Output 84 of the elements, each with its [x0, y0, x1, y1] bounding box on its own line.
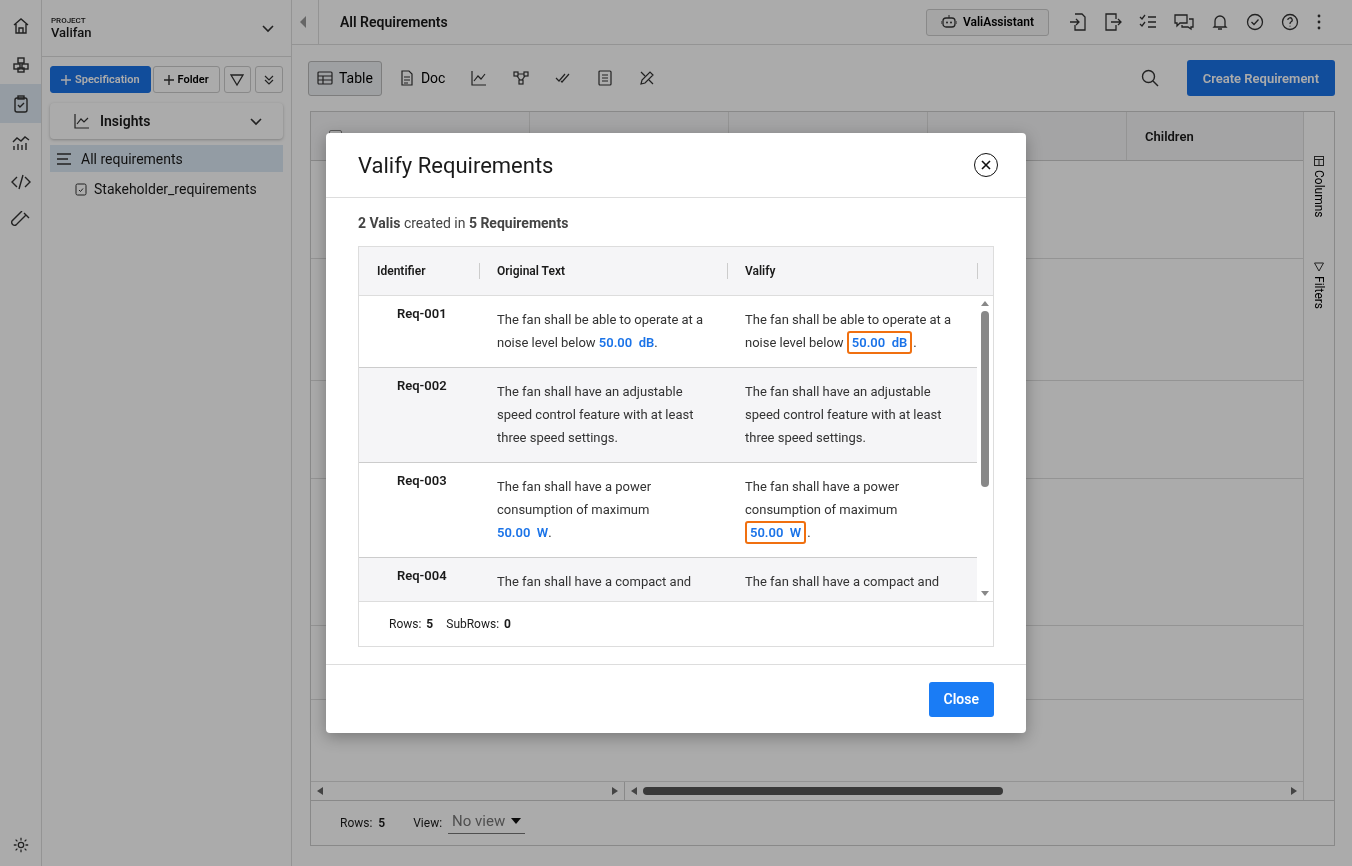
insights-panel[interactable]: Insights	[50, 103, 283, 139]
nodes-icon	[513, 70, 530, 86]
rows-count: 5	[378, 816, 386, 830]
scroll-left-icon[interactable]	[630, 787, 637, 795]
plus-icon	[61, 74, 71, 85]
more-icon[interactable]	[1316, 13, 1322, 31]
rail-item[interactable]	[0, 84, 41, 123]
scroll-right-icon[interactable]	[1291, 787, 1297, 795]
side-panel-tab[interactable]: Filters	[1312, 261, 1326, 309]
tree-item[interactable]: All requirements	[50, 145, 283, 172]
rows-label: Rows:	[389, 617, 422, 631]
double-chevron-icon	[263, 73, 276, 86]
rows-label: Rows:	[340, 816, 373, 830]
scroll-left-icon[interactable]	[317, 787, 323, 795]
create-requirement-button[interactable]: Create Requirement	[1186, 60, 1335, 96]
close-button[interactable]: Close	[928, 681, 994, 717]
collapse-left-icon[interactable]	[298, 0, 319, 44]
bell-icon[interactable]	[1211, 13, 1229, 31]
pencil-ruler-icon	[639, 70, 656, 86]
valify-text-cell-text: The fan shall have an adjustable speed control feature with at least three speed settings.	[745, 383, 943, 447]
summary-text: 2 Valis created in 5 Requirements	[358, 215, 570, 231]
close-button[interactable]	[974, 153, 998, 177]
valify-text-cell: The fan shall have a power consumption of maximum 50.00 W .	[745, 475, 977, 544]
close-icon	[980, 159, 992, 171]
original-text-cell-text: The fan shall have a power consumption of maximum 50.00 W.	[497, 478, 653, 542]
original-text-cell-text: The fan shall have a compact and	[497, 573, 693, 591]
list-icon	[56, 151, 72, 166]
column-heading: Children	[1145, 128, 1194, 144]
settings-icon[interactable]	[11, 836, 30, 854]
side-panel-tab[interactable]: Columns	[1312, 156, 1326, 218]
table-icon	[317, 70, 333, 86]
document-icon	[398, 70, 415, 86]
add-folder-button[interactable]: Folder	[152, 66, 220, 93]
dialog-title: Valify Requirements	[358, 152, 555, 178]
original-text-cell-text: The fan shall have an adjustable speed control feature with at least three speed settings.	[497, 383, 695, 447]
scroll-down-icon[interactable]	[981, 591, 989, 596]
list-icon	[597, 70, 614, 86]
subrows-label: SubRows:	[446, 617, 500, 631]
identifier-cell: Req-003	[397, 473, 447, 488]
checklist-icon[interactable]	[1139, 13, 1157, 31]
plus-icon	[163, 74, 174, 85]
caret-down-icon	[511, 818, 522, 824]
project-name: Valifan	[51, 25, 93, 40]
clipboard-check-icon	[74, 181, 88, 196]
view-tab[interactable]: Doc	[389, 60, 455, 96]
column-heading: Valify	[745, 264, 776, 278]
line-chart-icon	[74, 113, 90, 129]
insights-label: Insights	[100, 113, 152, 129]
column-heading: Identifier	[377, 264, 426, 278]
scroll-right-icon[interactable]	[611, 787, 618, 795]
line-chart-icon	[471, 70, 488, 86]
chat-icon[interactable]	[1174, 13, 1194, 31]
check-circle-icon[interactable]	[1246, 13, 1264, 31]
view-label: View:	[413, 816, 443, 830]
rows-count: 5	[426, 617, 434, 631]
assistant-button[interactable]: ValiAssistant	[925, 8, 1049, 36]
cubes-icon	[10, 54, 31, 75]
filter-icon	[230, 72, 245, 87]
column-heading: Original Text	[497, 264, 565, 278]
scrollbar-thumb[interactable]	[642, 787, 1003, 795]
collapse-button[interactable]	[255, 66, 283, 93]
valify-text-cell: The fan shall be able to operate at a noise level below 50.00 dB .	[745, 308, 977, 354]
columns-icon	[1314, 156, 1324, 166]
subrows-count: 0	[504, 617, 511, 631]
robot-icon	[940, 15, 957, 29]
scrollbar-thumb[interactable]	[981, 311, 989, 487]
tree-item[interactable]: Stakeholder_requirements	[50, 175, 283, 202]
search-icon[interactable]	[1140, 69, 1159, 87]
original-text-cell-text: The fan shall be able to operate at a noise level below 50.00 dB.	[497, 311, 705, 352]
identifier-cell: Req-001	[397, 306, 447, 321]
import-icon[interactable]	[1069, 13, 1087, 31]
add-specification-button[interactable]: Specification	[50, 66, 151, 93]
scroll-up-icon[interactable]	[981, 301, 989, 306]
view-tab[interactable]: Table	[308, 60, 382, 96]
help-icon[interactable]	[1281, 13, 1299, 31]
identifier-cell: Req-002	[397, 378, 447, 393]
valify-text-cell-text: The fan shall have a compact and	[745, 573, 941, 591]
filter-icon	[1314, 261, 1324, 272]
page-title: All Requirements	[340, 14, 448, 30]
export-icon[interactable]	[1104, 13, 1122, 31]
identifier-cell: Req-004	[397, 568, 447, 583]
project-label: PROJECT	[51, 16, 87, 25]
view-dropdown[interactable]: No view	[448, 812, 526, 834]
filter-button[interactable]	[223, 66, 252, 93]
